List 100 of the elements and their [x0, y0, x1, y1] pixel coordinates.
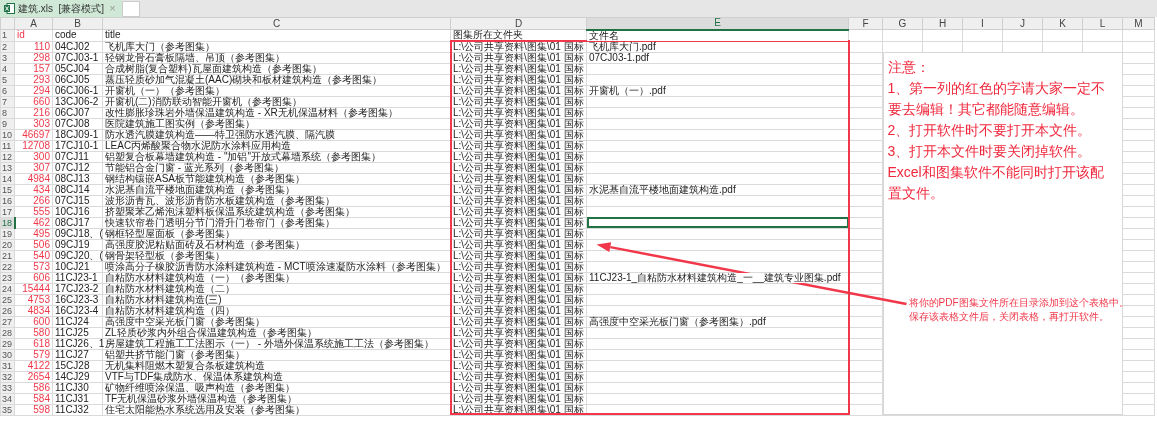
row-header[interactable]: 29	[0, 338, 15, 349]
row-header[interactable]: 7	[0, 96, 15, 107]
row-header[interactable]: 25	[0, 294, 15, 305]
row-header[interactable]: 21	[0, 250, 15, 261]
column-header[interactable]: J	[1002, 17, 1043, 30]
row-header[interactable]: 14	[0, 173, 15, 184]
row-header[interactable]: 13	[0, 162, 15, 173]
table-cell: 09CJ20、(	[52, 250, 103, 261]
table-cell: 462	[14, 217, 53, 228]
column-header[interactable]: K	[1042, 17, 1083, 30]
row-header[interactable]: 19	[0, 228, 15, 239]
row-header[interactable]: 5	[0, 74, 15, 85]
row-header[interactable]: 17	[0, 206, 15, 217]
table-cell: L:\公司共享资料\图集\01 国标	[450, 382, 587, 393]
table-cell: LEAC丙烯酸聚合物水泥防水涂料应用构造	[102, 140, 451, 151]
row-header[interactable]: 22	[0, 261, 15, 272]
column-header[interactable]: B	[52, 17, 103, 30]
column-header[interactable]: L	[1082, 17, 1123, 30]
table-cell: 合成树脂(复合塑料)瓦屋面建筑构造（参考图集）	[102, 63, 451, 74]
row-header[interactable]: 33	[0, 382, 15, 393]
table-cell: L:\公司共享资料\图集\01 国标	[450, 63, 587, 74]
row-header[interactable]: 31	[0, 360, 15, 371]
table-cell: 自粘防水材料建筑构造（二）	[102, 283, 451, 294]
table-cell: 434	[14, 184, 53, 195]
note-text: 1、第一列的红色的字请大家一定不要去编辑！其它都能随意编辑。	[887, 79, 1107, 119]
table-cell: 开窗机（一）.pdf	[586, 85, 849, 96]
row-header[interactable]: 16	[0, 195, 15, 206]
row-header[interactable]: 12	[0, 151, 15, 162]
table-cell: 15CJ28	[52, 360, 103, 371]
table-cell: 自粘防水材料建筑构造（一）（参考图集）	[102, 272, 451, 283]
table-cell: 07CJ03-1	[52, 52, 103, 63]
table-cell: L:\公司共享资料\图集\01 国标	[450, 107, 587, 118]
row-header[interactable]: 28	[0, 327, 15, 338]
table-cell: 303	[14, 118, 53, 129]
table-cell: 无机集料阻燃木塑复合条板建筑构造	[102, 360, 451, 371]
tab-title: 建筑.xls [兼容模式]	[18, 2, 105, 16]
table-cell: 07CJ03-1.pdf	[586, 52, 849, 63]
row-header[interactable]: 20	[0, 239, 15, 250]
table-cell: 17CJ23-2	[52, 283, 103, 294]
table-cell: 喷涂高分子橡胶沥青防水涂料建筑构造 - MCT喷涂速凝防水涂料（参考图集）	[102, 261, 451, 272]
row-header[interactable]: 27	[0, 316, 15, 327]
row-header[interactable]: 24	[0, 283, 15, 294]
row-header[interactable]: 32	[0, 371, 15, 382]
row-header[interactable]: 8	[0, 107, 15, 118]
table-cell: L:\公司共享资料\图集\01 国标	[450, 272, 587, 283]
column-header[interactable]: E	[586, 17, 849, 30]
table-cell: 07CJ12	[52, 162, 103, 173]
callout-text: 保存该表格文件后，关闭表格，再打开软件。	[908, 310, 1110, 324]
table-cell: 铝塑复合板幕墙建筑构造 - "加铝"开放式幕墙系统（参考图集）	[102, 151, 451, 162]
selected-cell[interactable]	[586, 217, 849, 228]
table-cell: 水泥基自流平楼地面建筑构造.pdf	[586, 184, 849, 195]
table-cell: 高强度胶泥粘贴面砖及石材构造（参考图集）	[102, 239, 451, 250]
table-cell: 高强度中空采光板门窗（参考图集）	[102, 316, 451, 327]
table-cell: L:\公司共享资料\图集\01 国标	[450, 52, 587, 63]
table-cell: 06CJ07	[52, 107, 103, 118]
table-cell: 18CJ09-1	[52, 129, 103, 140]
row-header[interactable]: 6	[0, 85, 15, 96]
row-header[interactable]: 35	[0, 404, 15, 415]
table-cell: 飞机库大门（参考图集）	[102, 41, 451, 52]
note-text: 3、打开本文件时要关闭掉软件。	[887, 142, 1093, 161]
table-cell: 573	[14, 261, 53, 272]
row-header[interactable]: 9	[0, 118, 15, 129]
table-cell: 06CJ06-1	[52, 85, 103, 96]
row-header[interactable]: 15	[0, 184, 15, 195]
table-cell: L:\公司共享资料\图集\01 国标	[450, 162, 587, 173]
table-cell: 606	[14, 272, 53, 283]
table-cell: 挤塑聚苯乙烯泡沫塑料板保温系统建筑构造（参考图集）	[102, 206, 451, 217]
column-header[interactable]: H	[922, 17, 963, 30]
column-header[interactable]: D	[450, 17, 587, 30]
column-header[interactable]: A	[14, 17, 53, 30]
row-header[interactable]: 2	[0, 41, 15, 52]
row-header[interactable]: 23	[0, 272, 15, 283]
table-cell: L:\公司共享资料\图集\01 国标	[450, 338, 587, 349]
table-cell: L:\公司共享资料\图集\01 国标	[450, 151, 587, 162]
table-cell: 08CJ17	[52, 217, 103, 228]
table-cell: 600	[14, 316, 53, 327]
table-cell: 2654	[14, 371, 53, 382]
column-header[interactable]: I	[962, 17, 1003, 30]
table-cell: 医院建筑施工图实例（参考图集）	[102, 118, 451, 129]
column-header[interactable]: M	[1122, 17, 1155, 30]
row-header[interactable]: 4	[0, 63, 15, 74]
row-header[interactable]: 3	[0, 52, 15, 63]
table-cell: 586	[14, 382, 53, 393]
row-header[interactable]: 18	[0, 217, 15, 228]
column-header[interactable]: G	[882, 17, 923, 30]
table-cell: 11CJ26、1	[52, 338, 103, 349]
table-cell: 钢框轻型屋面板（参考图集）	[102, 228, 451, 239]
table-cell: 584	[14, 393, 53, 404]
row-header[interactable]: 30	[0, 349, 15, 360]
column-header[interactable]: C	[102, 17, 451, 30]
table-cell: 266	[14, 195, 53, 206]
row-header[interactable]: 26	[0, 305, 15, 316]
column-header[interactable]: F	[848, 17, 883, 30]
row-header[interactable]: 11	[0, 140, 15, 151]
row-header[interactable]: 34	[0, 393, 15, 404]
table-cell: 294	[14, 85, 53, 96]
table-cell: L:\公司共享资料\图集\01 国标	[450, 393, 587, 404]
note-text: 注意：	[887, 58, 931, 77]
row-header[interactable]: 10	[0, 129, 15, 140]
file-tab[interactable]: 建筑.xls [兼容模式] ×	[0, 0, 122, 17]
